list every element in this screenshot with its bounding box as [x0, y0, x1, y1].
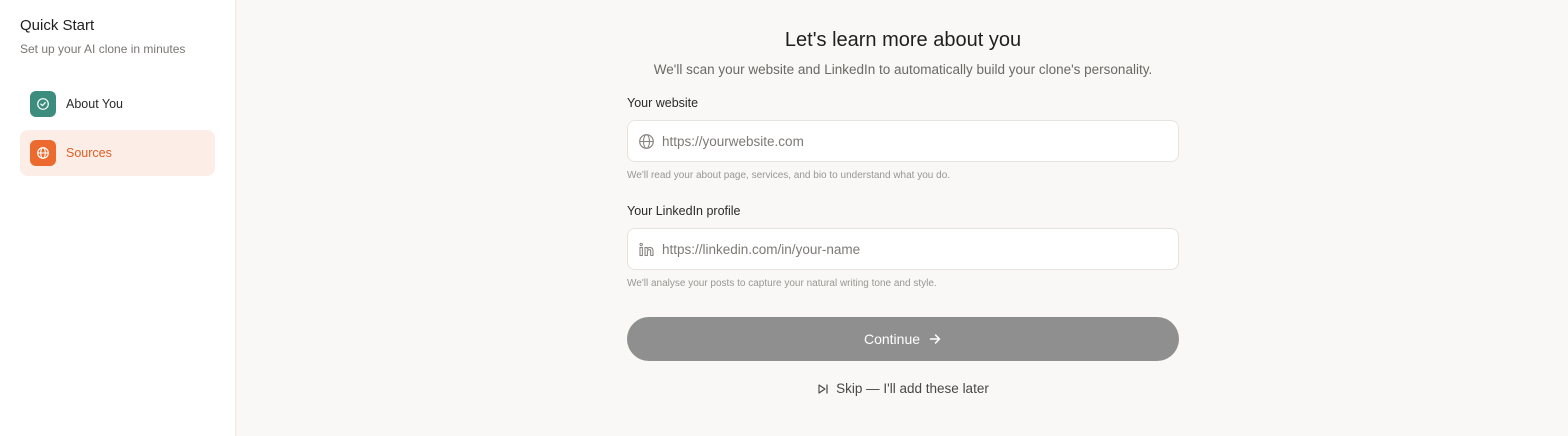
linkedin-label: Your LinkedIn profile — [627, 204, 741, 218]
page-subtitle: We'll scan your website and LinkedIn to … — [653, 62, 1153, 77]
sidebar-subtitle: Set up your AI clone in minutes — [20, 42, 186, 56]
sources-form: Let's learn more about you We'll scan yo… — [627, 0, 1179, 396]
step-about-you[interactable]: About You — [20, 81, 215, 127]
page-title: Let's learn more about you — [784, 29, 1022, 51]
website-hint: We'll read your about page, services, an… — [627, 170, 951, 181]
check-circle-icon — [30, 91, 56, 117]
continue-button[interactable]: Continue — [627, 317, 1179, 361]
step-label: Sources — [66, 146, 112, 160]
sidebar: Quick Start Set up your AI clone in minu… — [0, 0, 236, 436]
sidebar-title: Quick Start — [20, 17, 95, 34]
step-list: About You Sources — [20, 81, 215, 176]
step-label: About You — [66, 97, 124, 111]
globe-icon — [30, 140, 56, 166]
globe-icon — [637, 132, 655, 150]
website-label: Your website — [627, 96, 699, 110]
main-panel: Let's learn more about you We'll scan yo… — [236, 0, 1568, 436]
linkedin-input[interactable] — [662, 229, 1178, 269]
skip-link[interactable]: Skip — I'll add these later — [627, 381, 1179, 396]
linkedin-hint: We'll analyse your posts to capture your… — [627, 278, 937, 289]
website-input[interactable] — [662, 121, 1178, 161]
skip-forward-icon — [817, 383, 829, 395]
continue-label: Continue — [863, 331, 921, 347]
website-field[interactable] — [627, 120, 1179, 162]
linkedin-icon — [637, 240, 655, 258]
step-sources[interactable]: Sources — [20, 130, 215, 176]
arrow-right-icon — [928, 332, 942, 346]
skip-label: Skip — I'll add these later — [836, 381, 989, 396]
linkedin-field[interactable] — [627, 228, 1179, 270]
